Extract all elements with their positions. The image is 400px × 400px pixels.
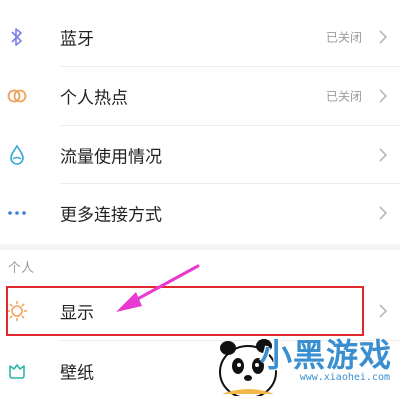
settings-item-bluetooth[interactable]: 蓝牙 已关闭 — [0, 8, 400, 66]
section-separator — [0, 244, 400, 250]
watermark-text: 小黑游戏 — [259, 336, 392, 374]
chevron-right-icon — [379, 206, 388, 220]
hotspot-icon — [6, 85, 28, 107]
settings-item-data-usage[interactable]: 流量使用情况 — [0, 126, 400, 184]
chevron-right-icon — [379, 148, 388, 162]
data-usage-icon — [6, 144, 28, 166]
settings-item-label: 蓝牙 — [60, 29, 94, 50]
more-connections-icon — [6, 202, 28, 224]
section-header-personal: 个人 — [8, 261, 35, 276]
settings-item-more-connections[interactable]: 更多连接方式 — [0, 184, 400, 242]
settings-item-label: 个人热点 — [60, 88, 128, 109]
bluetooth-icon — [6, 26, 28, 48]
settings-item-label: 壁纸 — [60, 363, 94, 384]
settings-item-label: 更多连接方式 — [60, 205, 162, 226]
watermark-url: www.xiaohei.com — [299, 372, 390, 383]
settings-item-hotspot[interactable]: 个人热点 已关闭 — [0, 67, 400, 125]
chevron-right-icon — [379, 89, 388, 103]
settings-item-label: 流量使用情况 — [60, 147, 162, 168]
wallpaper-icon — [6, 360, 28, 382]
chevron-right-icon — [379, 30, 388, 44]
chevron-right-icon — [379, 304, 388, 318]
status-text: 已关闭 — [325, 30, 362, 45]
status-text: 已关闭 — [325, 89, 362, 104]
